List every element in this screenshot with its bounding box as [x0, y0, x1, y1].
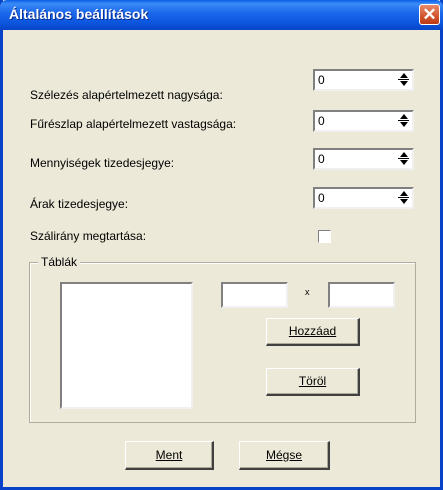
saw-thickness-spinner[interactable]: 0	[313, 110, 414, 132]
tables-group-title: Táblák	[38, 255, 81, 269]
save-button-label: Ment	[155, 448, 183, 462]
saw-thickness-value[interactable]: 0	[318, 114, 325, 128]
cancel-button[interactable]: Mégse	[239, 441, 330, 470]
delete-button[interactable]: Töröl	[266, 368, 360, 396]
spinner-arrows-icon[interactable]	[398, 191, 409, 205]
edge-size-spinner[interactable]: 0	[313, 69, 414, 91]
cancel-button-label: Mégse	[265, 448, 303, 462]
field-label-quantity-decimals: Mennyiségek tizedesjegye:	[30, 156, 175, 170]
close-icon: ✕	[422, 5, 437, 24]
grain-checkbox[interactable]	[318, 230, 331, 243]
spinner-arrows-icon[interactable]	[398, 73, 409, 87]
window-title: Általános beállítások	[9, 6, 149, 22]
add-button[interactable]: Hozzáad	[266, 318, 360, 346]
price-decimals-spinner[interactable]: 0	[313, 187, 414, 209]
close-button[interactable]: ✕	[419, 4, 440, 25]
field-label-saw-thickness: Fűrészlap alapértelmezett vastagsága:	[30, 117, 237, 131]
table-width-input[interactable]	[221, 282, 288, 308]
quantity-decimals-spinner[interactable]: 0	[313, 148, 414, 170]
quantity-decimals-value[interactable]: 0	[318, 152, 325, 166]
tables-listbox[interactable]	[60, 282, 193, 409]
add-button-label: Hozzáad	[288, 324, 337, 338]
delete-button-label: Töröl	[298, 374, 327, 388]
grain-label: Szálirány megtartása:	[30, 229, 147, 243]
field-label-edge-size: Szélezés alapértelmezett nagysága:	[30, 88, 223, 102]
title-bar[interactable]: Általános beállítások ✕	[0, 0, 443, 30]
save-button[interactable]: Ment	[125, 441, 214, 470]
price-decimals-value[interactable]: 0	[318, 191, 325, 205]
times-separator: x	[305, 287, 310, 297]
field-label-price-decimals: Árak tizedesjegye:	[30, 197, 129, 211]
spinner-arrows-icon[interactable]	[398, 114, 409, 128]
table-height-input[interactable]	[328, 282, 395, 308]
edge-size-value[interactable]: 0	[318, 73, 325, 87]
spinner-arrows-icon[interactable]	[398, 152, 409, 166]
